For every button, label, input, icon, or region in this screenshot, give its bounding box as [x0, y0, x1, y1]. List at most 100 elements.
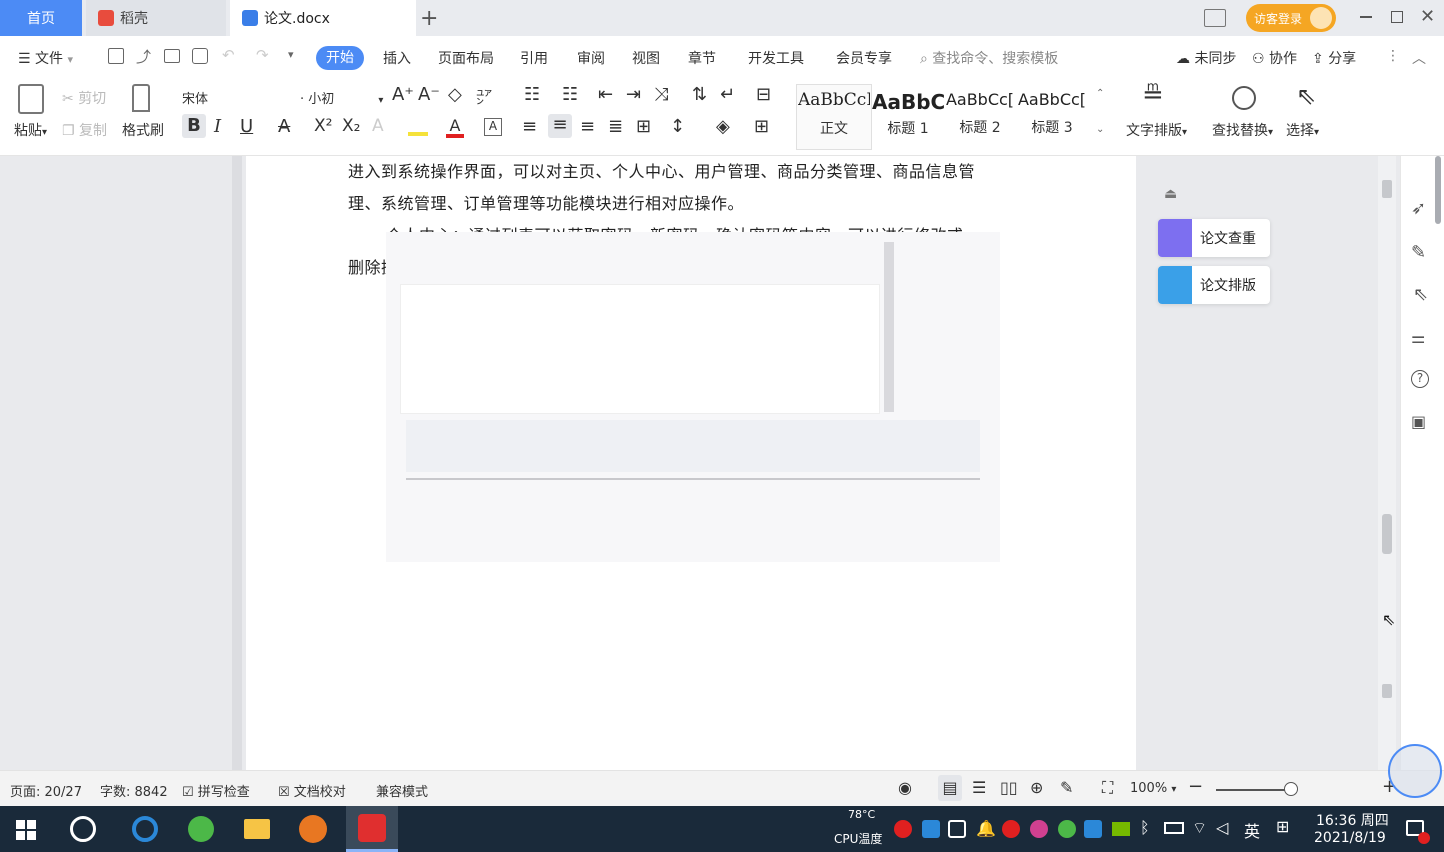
tab-start[interactable]: 开始	[316, 46, 364, 70]
scroll-up-icon[interactable]	[1382, 180, 1392, 198]
bold-icon[interactable]: B	[182, 114, 206, 138]
numbered-list-icon[interactable]: ☷	[562, 84, 578, 105]
ime-mode-icon[interactable]: ⊞	[1276, 817, 1289, 836]
pinwheel-app-icon[interactable]	[66, 812, 100, 846]
zoom-select[interactable]: 100% ▾	[1130, 781, 1176, 796]
share-button[interactable]: ⇪ 分享	[1312, 48, 1356, 68]
cut-button[interactable]: ✂ 剪切	[62, 88, 106, 108]
minimize-icon[interactable]	[1360, 16, 1372, 18]
styles-more-icon[interactable]: ⌄	[1096, 124, 1104, 135]
rocket-icon[interactable]: ➶	[1411, 198, 1426, 219]
styles-scroll-up-icon[interactable]: ⌃	[1096, 88, 1104, 99]
zoom-out-icon[interactable]: −	[1188, 776, 1203, 797]
figure-screenshot[interactable]	[386, 232, 1000, 562]
window-layout-icon[interactable]	[1204, 9, 1226, 27]
clear-format-icon[interactable]: ◇	[448, 84, 462, 105]
fit-page-icon[interactable]: ⛶	[1102, 778, 1113, 798]
recorder-app-icon[interactable]	[296, 812, 330, 846]
ime-language-indicator[interactable]: 英	[1244, 818, 1260, 842]
format-painter-button[interactable]: 格式刷	[122, 120, 164, 140]
pen-icon[interactable]: ✎	[1411, 242, 1426, 263]
save-icon[interactable]	[108, 48, 124, 64]
align-left-icon[interactable]: ≡	[522, 116, 537, 137]
superscript-icon[interactable]: X²	[314, 116, 332, 136]
paste-icon[interactable]	[18, 84, 44, 114]
line-spacing-icon[interactable]: ↕	[670, 116, 685, 137]
borders-icon[interactable]: ⊞	[754, 116, 769, 137]
paste-button[interactable]: 粘贴▾	[14, 120, 47, 140]
tab-daoke[interactable]: 稻壳	[86, 0, 226, 36]
tab-stop-icon[interactable]: ⊟	[756, 84, 771, 105]
tray-app-penguin-icon[interactable]	[1002, 820, 1020, 838]
windows-start-icon[interactable]	[16, 820, 36, 840]
new-tab-icon[interactable]: +	[420, 6, 438, 31]
distribute-icon[interactable]: ⊞	[636, 116, 651, 137]
eye-protect-icon[interactable]: ◉	[898, 778, 912, 797]
increase-indent-icon[interactable]: ⇥	[626, 84, 641, 105]
find-replace-button[interactable]: 查找替换▾	[1212, 120, 1273, 140]
assistant-float-button[interactable]	[1388, 744, 1442, 798]
paper-layout-button[interactable]: 论文排版	[1158, 266, 1270, 304]
zoom-slider-handle[interactable]	[1284, 782, 1298, 796]
spell-check-button[interactable]: ☑ 拼写检查	[182, 781, 250, 800]
scrollbar-thumb[interactable]	[1382, 514, 1392, 554]
tab-insert[interactable]: 插入	[383, 48, 411, 68]
adjust-icon[interactable]: ⚌	[1411, 328, 1425, 347]
collab-button[interactable]: ⚇ 协作	[1252, 48, 1297, 68]
sort-icon[interactable]: ⇅	[692, 84, 707, 105]
more-icon[interactable]: ⋮	[1386, 48, 1400, 64]
close-icon[interactable]: ✕	[1420, 6, 1435, 27]
green-browser-icon[interactable]	[184, 812, 218, 846]
wps-taskbar-button[interactable]	[346, 806, 398, 852]
tab-page-layout[interactable]: 页面布局	[438, 48, 494, 68]
strikethrough-icon[interactable]: A	[278, 116, 290, 137]
style-heading-1[interactable]: AaBbC 标题 1	[872, 90, 944, 150]
login-button[interactable]: 访客登录	[1246, 4, 1336, 32]
panel-collapse-icon[interactable]: ⏏	[1164, 186, 1177, 202]
tray-app-pink-icon[interactable]	[1030, 820, 1048, 838]
tab-review[interactable]: 审阅	[577, 48, 605, 68]
vertical-scrollbar[interactable]	[1378, 156, 1396, 770]
tab-developer[interactable]: 开发工具	[748, 48, 804, 68]
copy-button[interactable]: ❐ 复制	[62, 120, 107, 140]
style-heading-3[interactable]: AaBbCc[ 标题 3	[1016, 90, 1088, 150]
tab-document[interactable]: 论文.docx	[230, 0, 416, 36]
tray-nvidia-icon[interactable]	[1112, 822, 1130, 836]
align-right-icon[interactable]: ≡	[580, 116, 595, 137]
right-scroll-thumb[interactable]	[1435, 156, 1441, 224]
style-normal[interactable]: AaBbCcI 正文	[798, 90, 870, 150]
tab-view[interactable]: 视图	[632, 48, 660, 68]
highlight-icon[interactable]	[408, 118, 428, 136]
tab-references[interactable]: 引用	[520, 48, 548, 68]
tray-app-blue-icon[interactable]	[922, 820, 940, 838]
web-view-icon[interactable]: ⊕	[1030, 778, 1043, 797]
tray-app-square-icon[interactable]	[1084, 820, 1102, 838]
font-name-select[interactable]: 宋体	[182, 88, 208, 107]
text-effect-icon[interactable]: A	[372, 116, 384, 136]
tab-home[interactable]: 首页	[0, 0, 82, 36]
file-menu[interactable]: ☰ 文件 ▾	[18, 48, 73, 68]
shrink-font-icon[interactable]: A⁻	[418, 84, 440, 105]
tray-app-red-icon[interactable]	[894, 820, 912, 838]
battery-icon[interactable]	[1164, 822, 1184, 834]
italic-icon[interactable]: I	[214, 116, 221, 137]
grow-font-icon[interactable]: A⁺	[392, 84, 414, 105]
word-count[interactable]: 字数: 8842	[100, 781, 168, 800]
tab-member[interactable]: 会员专享	[836, 48, 892, 68]
write-view-icon[interactable]: ✎	[1060, 778, 1073, 797]
text-layout-button[interactable]: 文字排版▾	[1126, 120, 1187, 140]
page-indicator[interactable]: 页面: 20/27	[10, 781, 82, 800]
proofread-button[interactable]: ☒ 文档校对	[278, 781, 346, 800]
decrease-indent-icon[interactable]: ⇤	[598, 84, 613, 105]
justify-icon[interactable]: ≣	[608, 116, 623, 137]
restore-icon[interactable]	[1391, 11, 1403, 23]
cursor-icon[interactable]: ⇖	[1413, 284, 1428, 305]
shading-icon[interactable]: ◈	[716, 116, 730, 137]
volume-icon[interactable]: ◁	[1216, 818, 1228, 837]
collapse-ribbon-icon[interactable]: ︿	[1412, 48, 1426, 68]
tray-app-green-icon[interactable]	[1058, 820, 1076, 838]
print-preview-icon[interactable]	[192, 48, 208, 64]
subscript-icon[interactable]: X₂	[342, 116, 360, 136]
bullet-list-icon[interactable]: ☷	[524, 84, 540, 105]
customize-toolbar-icon[interactable]: ▾	[288, 48, 294, 61]
